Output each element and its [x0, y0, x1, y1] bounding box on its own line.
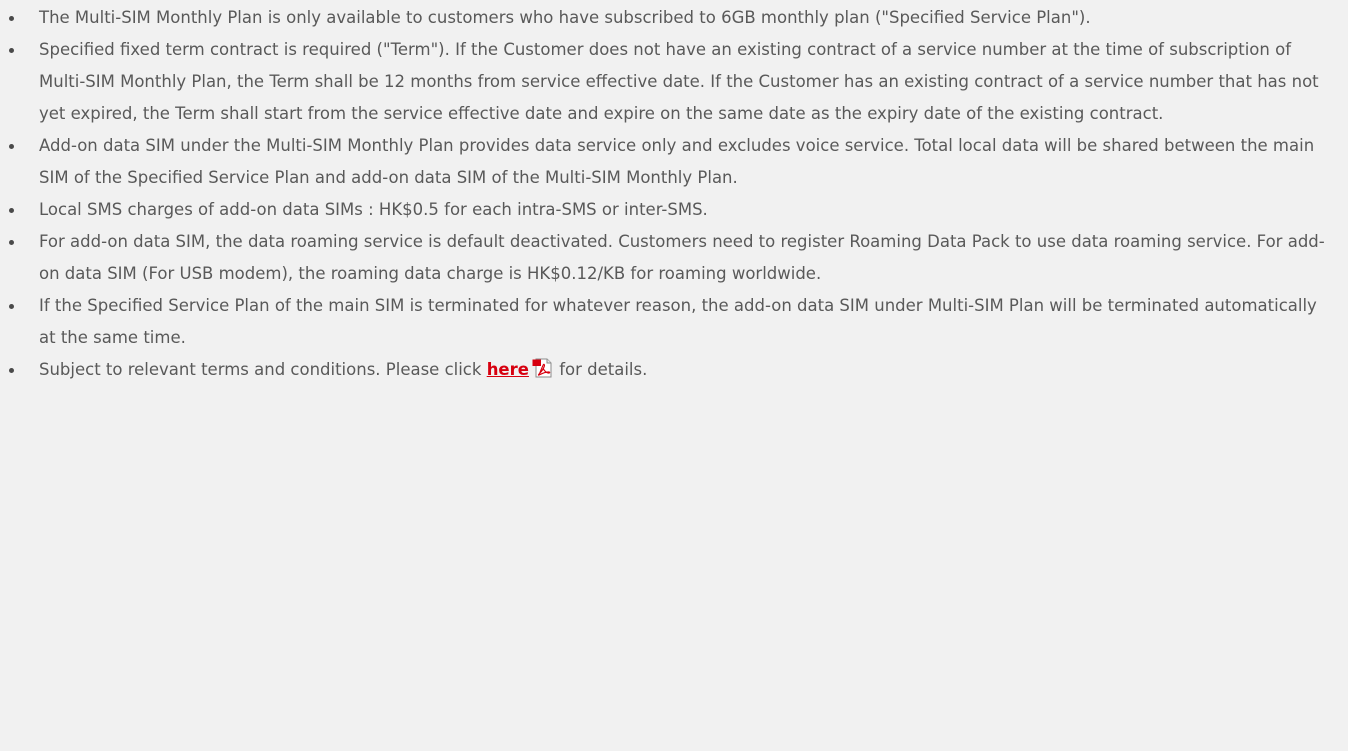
here-link[interactable]: here [487, 360, 529, 379]
terms-list-item: Local SMS charges of add-on data SIMs : … [0, 194, 1348, 226]
bullet-icon [9, 368, 14, 373]
terms-item-text-suffix: for details. [553, 360, 648, 379]
bullet-icon [9, 304, 14, 309]
terms-list-item: The Multi-SIM Monthly Plan is only avail… [0, 2, 1348, 34]
terms-list-item: Add-on data SIM under the Multi-SIM Mont… [0, 130, 1348, 194]
terms-item-text-prefix: Subject to relevant terms and conditions… [39, 360, 487, 379]
terms-list-item: Subject to relevant terms and conditions… [0, 354, 1348, 386]
bullet-icon [9, 208, 14, 213]
bullet-icon [9, 16, 14, 21]
terms-item-text: If the Specified Service Plan of the mai… [39, 296, 1317, 347]
terms-item-text: Add-on data SIM under the Multi-SIM Mont… [39, 136, 1315, 187]
bullet-icon [9, 144, 14, 149]
terms-list: The Multi-SIM Monthly Plan is only avail… [0, 0, 1348, 386]
terms-item-text: The Multi-SIM Monthly Plan is only avail… [39, 8, 1091, 27]
terms-list-item: For add-on data SIM, the data roaming se… [0, 226, 1348, 290]
bullet-icon [9, 48, 14, 53]
terms-item-text: Local SMS charges of add-on data SIMs : … [39, 200, 708, 219]
pdf-icon[interactable] [532, 357, 554, 378]
bullet-icon [9, 240, 14, 245]
terms-list-item: If the Specified Service Plan of the mai… [0, 290, 1348, 354]
terms-list-item: Specified fixed term contract is require… [0, 34, 1348, 130]
terms-item-text: For add-on data SIM, the data roaming se… [39, 232, 1325, 283]
terms-item-text: Specified fixed term contract is require… [39, 40, 1319, 123]
